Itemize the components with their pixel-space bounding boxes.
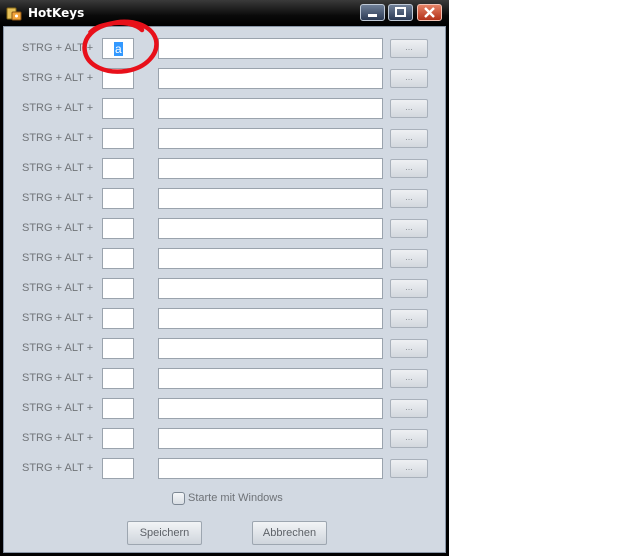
hotkey-key-input[interactable] [102,428,134,449]
hotkey-key-input[interactable] [102,218,134,239]
hotkey-key-input[interactable] [102,338,134,359]
browse-button[interactable]: ... [390,339,428,358]
hotkey-key-input[interactable] [102,158,134,179]
hotkey-prefix-label: STRG + ALT + [22,132,94,144]
browse-button[interactable]: ... [390,129,428,148]
program-path-input[interactable] [158,338,383,359]
hotkey-prefix-label: STRG + ALT + [22,252,94,264]
hotkey-key-input[interactable] [102,368,134,389]
hotkey-prefix-label: STRG + ALT + [22,102,94,114]
hotkey-row: STRG + ALT + ... [4,308,447,330]
program-path-input[interactable] [158,188,383,209]
program-path-input[interactable] [158,278,383,299]
program-path-input[interactable] [158,308,383,329]
hotkey-key-input[interactable] [102,278,134,299]
program-path-input[interactable] [158,218,383,239]
save-button[interactable]: Speichern [127,521,202,545]
browse-button[interactable]: ... [390,99,428,118]
hotkey-prefix-label: STRG + ALT + [22,342,94,354]
hotkey-key-input[interactable] [102,188,134,209]
hotkey-row: STRG + ALT + ... [4,248,447,270]
hotkey-key-input[interactable] [102,98,134,119]
hotkey-prefix-label: STRG + ALT + [22,192,94,204]
browse-button[interactable]: ... [390,189,428,208]
hotkey-row: STRG + ALT + ... [4,68,447,90]
browse-button[interactable]: ... [390,309,428,328]
hotkey-row: STRG + ALT + ... [4,158,447,180]
browse-button[interactable]: ... [390,369,428,388]
title-bar[interactable]: HotKeys [0,0,449,26]
maximize-icon [395,7,406,17]
program-path-input[interactable] [158,98,383,119]
browse-button[interactable]: ... [390,69,428,88]
hotkey-key-input[interactable] [102,248,134,269]
minimize-button[interactable] [360,4,385,21]
browse-button[interactable]: ... [390,279,428,298]
hotkey-prefix-label: STRG + ALT + [22,72,94,84]
hotkey-prefix-label: STRG + ALT + [22,222,94,234]
program-path-input[interactable] [158,248,383,269]
hotkey-key-input[interactable] [102,458,134,479]
hotkey-key-input[interactable] [102,398,134,419]
hotkey-row: STRG + ALT + ... [4,278,447,300]
window-title: HotKeys [28,6,85,20]
hotkeys-window: HotKeys STRG + ALT + a ... STRG + ALT + … [0,0,449,556]
program-path-input[interactable] [158,458,383,479]
program-path-input[interactable] [158,398,383,419]
startup-checkbox-label: Starte mit Windows [188,492,283,504]
browse-button[interactable]: ... [390,429,428,448]
hotkey-row: STRG + ALT + a ... [4,38,447,60]
program-path-input[interactable] [158,38,383,59]
startup-checkbox[interactable] [172,492,185,505]
program-path-input[interactable] [158,68,383,89]
minimize-icon [368,14,377,17]
dialog-client: STRG + ALT + a ... STRG + ALT + ... STRG… [3,26,446,553]
close-button[interactable] [417,4,442,21]
program-path-input[interactable] [158,368,383,389]
hotkey-row: STRG + ALT + ... [4,368,447,390]
hotkey-row: STRG + ALT + ... [4,188,447,210]
hotkey-row: STRG + ALT + ... [4,98,447,120]
key-value: a [114,42,123,56]
hotkey-prefix-label: STRG + ALT + [22,42,94,54]
program-path-input[interactable] [158,428,383,449]
browse-button[interactable]: ... [390,219,428,238]
hotkey-row: STRG + ALT + ... [4,398,447,420]
hotkey-prefix-label: STRG + ALT + [22,162,94,174]
hotkey-prefix-label: STRG + ALT + [22,312,94,324]
browse-button[interactable]: ... [390,459,428,478]
hotkey-prefix-label: STRG + ALT + [22,402,94,414]
hotkey-row: STRG + ALT + ... [4,338,447,360]
hotkey-prefix-label: STRG + ALT + [22,372,94,384]
close-icon [424,7,435,18]
hotkey-key-input[interactable] [102,68,134,89]
hotkey-prefix-label: STRG + ALT + [22,432,94,444]
hotkey-key-input[interactable]: a [102,38,134,59]
browse-button[interactable]: ... [390,399,428,418]
hotkey-row: STRG + ALT + ... [4,458,447,480]
browse-button[interactable]: ... [390,39,428,58]
program-path-input[interactable] [158,128,383,149]
hotkey-row: STRG + ALT + ... [4,128,447,150]
maximize-button[interactable] [388,4,413,21]
hotkey-key-input[interactable] [102,308,134,329]
hotkey-row: STRG + ALT + ... [4,428,447,450]
browse-button[interactable]: ... [390,249,428,268]
hotkey-prefix-label: STRG + ALT + [22,462,94,474]
browse-button[interactable]: ... [390,159,428,178]
cancel-button[interactable]: Abbrechen [252,521,327,545]
app-icon [6,7,22,21]
program-path-input[interactable] [158,158,383,179]
hotkey-key-input[interactable] [102,128,134,149]
hotkey-prefix-label: STRG + ALT + [22,282,94,294]
hotkey-row: STRG + ALT + ... [4,218,447,240]
